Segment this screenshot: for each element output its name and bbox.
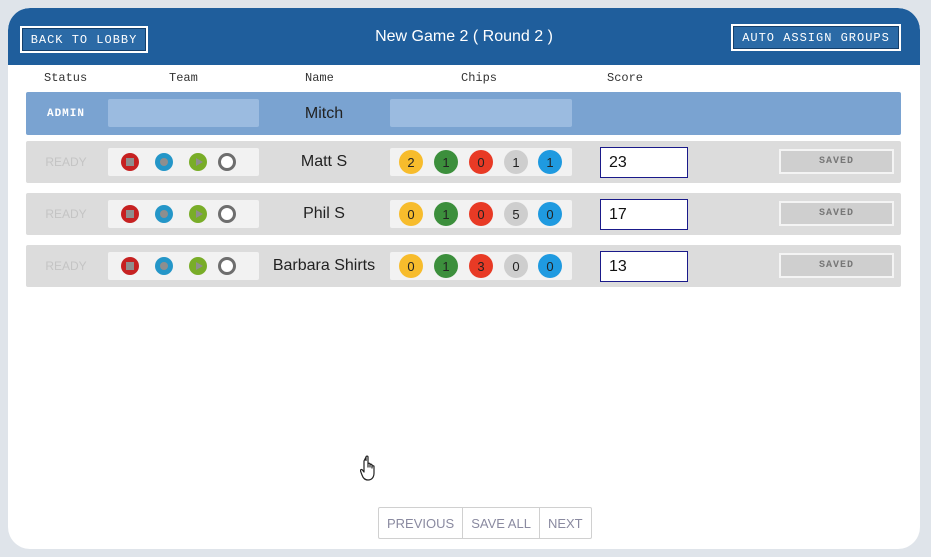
back-to-lobby-button[interactable]: BACK TO LOBBY [20,26,148,53]
play-icon[interactable] [189,205,207,223]
player-name: Phil S [303,205,345,222]
chip-green[interactable]: 1 [434,254,458,278]
ring-icon[interactable] [218,257,236,275]
chip-grey[interactable]: 1 [504,150,528,174]
chip-yellow[interactable]: 2 [399,150,423,174]
column-header-team: Team [169,71,198,85]
page-title: New Game 2 ( Round 2 ) [375,28,553,45]
team-selector [108,99,259,127]
saved-button[interactable]: SAVED [779,201,894,226]
score-input[interactable] [600,147,688,178]
pager: PREVIOUS SAVE ALL NEXT [378,507,592,539]
team-selector [108,148,259,176]
player-name: Mitch [304,104,344,122]
ring-icon[interactable] [218,153,236,171]
chip-green[interactable]: 1 [434,202,458,226]
header-bar: BACK TO LOBBY New Game 2 ( Round 2 ) AUT… [8,8,920,65]
previous-button[interactable]: PREVIOUS [379,508,464,538]
chip-red[interactable]: 3 [469,254,493,278]
record-icon[interactable] [155,257,173,275]
chip-group [390,99,572,127]
player-name: Barbara Shirts [272,257,376,274]
score-input[interactable] [600,251,688,282]
record-icon[interactable] [155,205,173,223]
chip-grey[interactable]: 5 [504,202,528,226]
chip-blue[interactable]: 0 [538,254,562,278]
record-icon[interactable] [155,153,173,171]
column-header-status: Status [44,71,88,85]
saved-button[interactable]: SAVED [779,149,894,174]
chip-group: 2 1 0 1 1 [390,148,572,176]
status-badge: ADMIN [46,107,85,120]
hand-cursor-icon [360,455,375,481]
stop-icon[interactable] [121,153,139,171]
auto-assign-groups-button[interactable]: AUTO ASSIGN GROUPS [731,24,901,51]
chip-blue[interactable]: 0 [538,202,562,226]
team-selector [108,200,259,228]
ring-icon[interactable] [218,205,236,223]
play-icon[interactable] [189,153,207,171]
status-badge: READY [45,155,87,169]
chip-grey[interactable]: 0 [504,254,528,278]
chip-group: 0 1 0 5 0 [390,200,572,228]
next-button[interactable]: NEXT [540,508,591,538]
chip-green[interactable]: 1 [434,150,458,174]
play-icon[interactable] [189,257,207,275]
chip-group: 0 1 3 0 0 [390,252,572,280]
score-input[interactable] [600,199,688,230]
status-badge: READY [45,259,87,273]
chip-yellow[interactable]: 0 [399,254,423,278]
column-header-name: Name [305,71,334,85]
chip-red[interactable]: 0 [469,202,493,226]
game-panel: BACK TO LOBBY New Game 2 ( Round 2 ) AUT… [8,8,920,549]
chip-red[interactable]: 0 [469,150,493,174]
chip-yellow[interactable]: 0 [399,202,423,226]
chip-blue[interactable]: 1 [538,150,562,174]
player-row: READY Matt S 2 1 0 1 1 SAVED [26,141,901,183]
stop-icon[interactable] [121,257,139,275]
column-header-score: Score [607,71,644,85]
admin-row: ADMIN Mitch [26,92,901,135]
status-badge: READY [45,207,87,221]
stop-icon[interactable] [121,205,139,223]
column-header-chips: Chips [461,71,498,85]
saved-button[interactable]: SAVED [779,253,894,278]
save-all-button[interactable]: SAVE ALL [463,508,540,538]
player-row: READY Phil S 0 1 0 5 0 SAVED [26,193,901,235]
player-name: Matt S [300,153,348,170]
team-selector [108,252,259,280]
player-row: READY Barbara Shirts 0 1 3 0 0 SAVED [26,245,901,287]
